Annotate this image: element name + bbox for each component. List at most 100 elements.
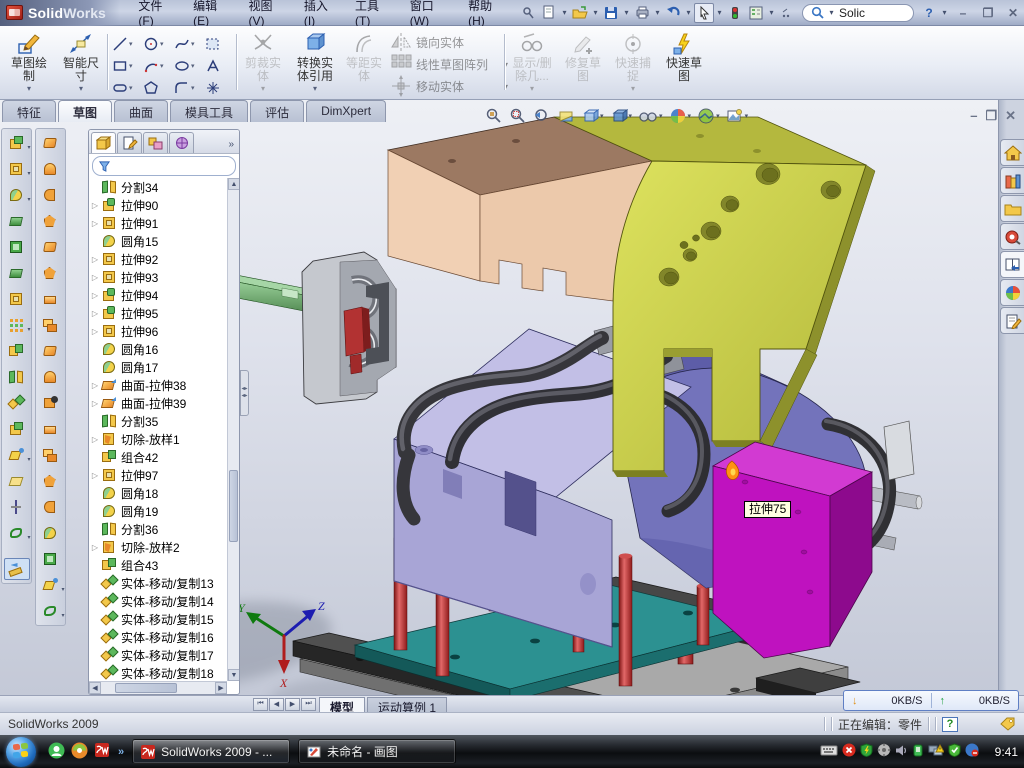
doc-close-button[interactable]: ✕ [1005, 108, 1016, 124]
displaydelete-button[interactable]: 显示/删 除几...▾ [508, 29, 556, 95]
app-close-button[interactable]: ✕ [1002, 4, 1024, 21]
scroll-down-button[interactable]: ▼ [228, 669, 240, 681]
sketch-sketch-fillet-button[interactable]: ▾ [174, 78, 200, 98]
file-explorer-tab[interactable] [1000, 195, 1024, 222]
dropdown-arrow-icon[interactable]: ▾ [653, 3, 662, 23]
antivirus-shield-tray[interactable] [860, 743, 873, 760]
taskbar-clock[interactable]: 9:41 [995, 745, 1018, 759]
expand-arrow-icon[interactable]: ▷ [89, 273, 101, 282]
traffic-light-button[interactable] [725, 3, 745, 23]
display-style-button[interactable]: ▾ [608, 106, 635, 126]
expand-arrow-icon[interactable]: ▷ [89, 471, 101, 480]
repair-button[interactable]: 修复草 图 [560, 29, 606, 95]
snap-button[interactable]: 快速捕 捉▾ [610, 29, 656, 95]
undo-button[interactable] [663, 3, 683, 23]
previous-view-button[interactable] [531, 106, 553, 126]
solidworks-quicklaunch[interactable] [94, 742, 110, 761]
tree-item-组合43[interactable]: 组合43 [89, 556, 227, 574]
sketch-line-button[interactable]: ▾ [112, 34, 138, 54]
edit-appearance-button[interactable]: ▾ [667, 106, 694, 126]
linear-pattern-button[interactable]: ▾ [4, 314, 30, 336]
section-view-button[interactable] [555, 106, 577, 126]
tree-item-拉伸90[interactable]: ▷拉伸90 [89, 196, 227, 214]
tree-item-实体-移动/复制15[interactable]: 实体-移动/复制15 [89, 610, 227, 628]
sketch-select-region-button[interactable] [205, 34, 231, 54]
print-button[interactable] [632, 3, 652, 23]
tree-item-实体-移动/复制17[interactable]: 实体-移动/复制17 [89, 646, 227, 664]
tree-horizontal-scrollbar[interactable]: ◀ ▶ [89, 681, 227, 694]
tree-item-圆角16[interactable]: 圆角16 [89, 340, 227, 358]
tree-item-圆角15[interactable]: 圆角15 [89, 232, 227, 250]
browser-quicklaunch[interactable] [71, 742, 88, 762]
new-document-button[interactable] [539, 3, 559, 23]
model-magenta-block[interactable] [713, 442, 872, 658]
network-warning-tray[interactable] [928, 744, 944, 760]
tab-last-button[interactable]: ⏭ [301, 698, 316, 711]
sketch-text-button[interactable] [205, 56, 231, 76]
tooling-split-button[interactable] [38, 522, 64, 544]
display-manager-tab[interactable] [169, 132, 194, 153]
sketch-ellipse-button[interactable]: ▾ [174, 56, 200, 76]
taskbar-button-1[interactable]: 未命名 - 画图 [298, 739, 456, 764]
sync-blocked-tray[interactable] [965, 743, 979, 760]
tree-item-切除-放样2[interactable]: ▷切除-放样2 [89, 538, 227, 556]
extruded-cut-button[interactable]: ▾ [4, 158, 30, 180]
model-top-clamp-plate[interactable] [388, 117, 652, 301]
update-tray[interactable] [877, 743, 891, 760]
tab-motion-study[interactable]: 运动算例 1 [367, 697, 447, 712]
reference-geometry-2-button[interactable]: ▾ [38, 574, 64, 596]
sketch-slot-button[interactable]: ▾ [112, 78, 138, 98]
tree-tabs-overflow[interactable]: » [225, 139, 237, 153]
search-pane-tab[interactable] [1000, 223, 1024, 250]
dropdown-arrow-icon[interactable]: ▾ [684, 3, 693, 23]
view-palette-tab[interactable] [1000, 251, 1024, 278]
expand-arrow-icon[interactable]: ▷ [89, 381, 101, 390]
parting-surface-button[interactable] [38, 496, 64, 518]
doc-restore-button[interactable]: ❐ [985, 108, 997, 124]
tree-item-圆角17[interactable]: 圆角17 [89, 358, 227, 376]
tree-item-实体-移动/复制13[interactable]: 实体-移动/复制13 [89, 574, 227, 592]
extruded-boss-button[interactable]: ▾ [4, 132, 30, 154]
zoom-area-button[interactable] [507, 106, 529, 126]
appearances-scenes-tab[interactable] [1000, 279, 1024, 306]
tree-item-拉伸94[interactable]: ▷拉伸94 [89, 286, 227, 304]
tab-first-button[interactable]: ⏮ [253, 698, 268, 711]
security-alert-tray[interactable] [842, 743, 856, 760]
sketch-polygon-button[interactable] [143, 78, 169, 98]
messenger-quicklaunch[interactable] [48, 742, 65, 762]
tree-item-拉伸93[interactable]: ▷拉伸93 [89, 268, 227, 286]
tab-surfaces[interactable]: 曲面 [114, 100, 168, 122]
expand-arrow-icon[interactable]: ▷ [89, 543, 101, 552]
tree-filter-box[interactable] [92, 156, 236, 176]
chamfer-button[interactable] [4, 210, 30, 232]
freeform-button[interactable] [38, 262, 64, 284]
overflow-button[interactable] [777, 3, 797, 23]
draft-button[interactable] [4, 262, 30, 284]
tab-evaluate[interactable]: 评估 [250, 100, 304, 122]
expand-arrow-icon[interactable]: ▷ [89, 201, 101, 210]
hide-show-items-button[interactable]: ▾ [636, 108, 665, 124]
split-body-button[interactable] [4, 366, 30, 388]
expand-arrow-icon[interactable]: ▷ [89, 327, 101, 336]
select-button[interactable] [694, 3, 714, 23]
quick-tips-icon[interactable]: ? [942, 717, 958, 732]
scroll-up-button[interactable]: ▲ [228, 178, 240, 190]
tree-item-实体-移动/复制14[interactable]: 实体-移动/复制14 [89, 592, 227, 610]
open-button[interactable] [570, 3, 590, 23]
rapid-button[interactable]: 快速草 图 [660, 29, 708, 95]
tree-item-组合42[interactable]: 组合42 [89, 448, 227, 466]
expand-arrow-icon[interactable]: ▷ [89, 219, 101, 228]
tab-dimxpert[interactable]: DimXpert [306, 100, 386, 122]
expand-arrow-icon[interactable]: ▷ [89, 435, 101, 444]
tab-prev-button[interactable]: ◀ [269, 698, 284, 711]
tree-item-实体-移动/复制16[interactable]: 实体-移动/复制16 [89, 628, 227, 646]
sketch-arc-button[interactable]: ▾ [143, 56, 169, 76]
model-hose-fitting[interactable] [884, 421, 914, 480]
core-button[interactable] [38, 548, 64, 570]
dropdown-arrow-icon[interactable]: ▾ [622, 3, 631, 23]
doc-minimize-button[interactable]: – [970, 108, 977, 124]
filled-surface-button[interactable] [38, 236, 64, 258]
expand-arrow-icon[interactable]: ▷ [89, 255, 101, 264]
keyboard-tray[interactable] [820, 745, 838, 759]
custom-properties-tab[interactable] [1000, 307, 1024, 334]
